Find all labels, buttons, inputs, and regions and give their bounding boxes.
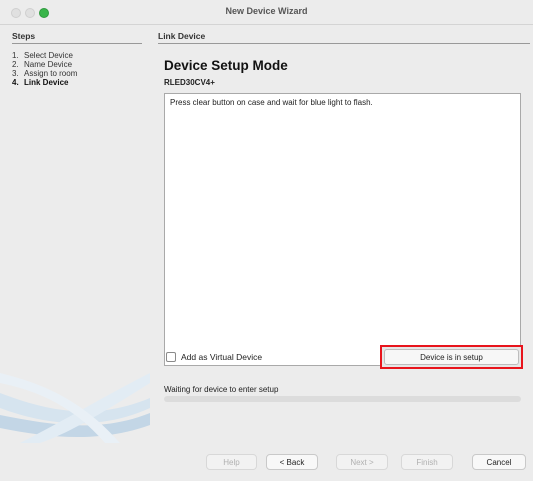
status-text: Waiting for device to enter setup	[164, 385, 279, 394]
mode-title: Device Setup Mode	[164, 58, 288, 73]
button-bar: Help < Back Next > Finish Cancel	[0, 443, 533, 481]
window-title: New Device Wizard	[225, 6, 308, 16]
title-bar: New Device Wizard	[0, 0, 533, 25]
steps-panel: Steps 1. Select Device 2. Name Device 3. As…	[0, 25, 150, 443]
virtual-device-option[interactable]: Add as Virtual Device	[166, 350, 262, 364]
step-item-select-device: 1. Select Device	[12, 51, 73, 60]
step-list: 1. Select Device 2. Name Device 3. Assign t…	[12, 51, 77, 87]
cancel-button[interactable]: Cancel	[472, 454, 526, 470]
content-panel: Link Device Device Setup Mode RLED30CV4+…	[158, 25, 533, 443]
wizard-window: New Device Wizard Steps 1. Select Device …	[0, 0, 533, 481]
help-button[interactable]: Help	[206, 454, 257, 470]
brand-swoosh-graphic	[0, 373, 150, 443]
device-in-setup-button[interactable]: Device is in setup	[384, 349, 519, 365]
step-item-link-device: 4. Link Device	[12, 78, 69, 87]
step-item-assign-room: 3. Assign to room	[12, 69, 78, 78]
instructions-box: Press clear button on case and wait for …	[164, 93, 521, 366]
section-title: Link Device	[158, 31, 530, 44]
finish-button[interactable]: Finish	[401, 454, 453, 470]
virtual-device-checkbox[interactable]	[166, 352, 176, 362]
setup-button-highlight: Device is in setup	[380, 345, 523, 369]
back-button[interactable]: < Back	[266, 454, 318, 470]
setup-progress-bar	[164, 396, 521, 402]
steps-heading: Steps	[12, 31, 142, 44]
step-item-name-device: 2. Name Device	[12, 60, 73, 69]
next-button[interactable]: Next >	[336, 454, 388, 470]
device-model: RLED30CV4+	[164, 78, 215, 87]
virtual-device-label: Add as Virtual Device	[181, 352, 263, 362]
